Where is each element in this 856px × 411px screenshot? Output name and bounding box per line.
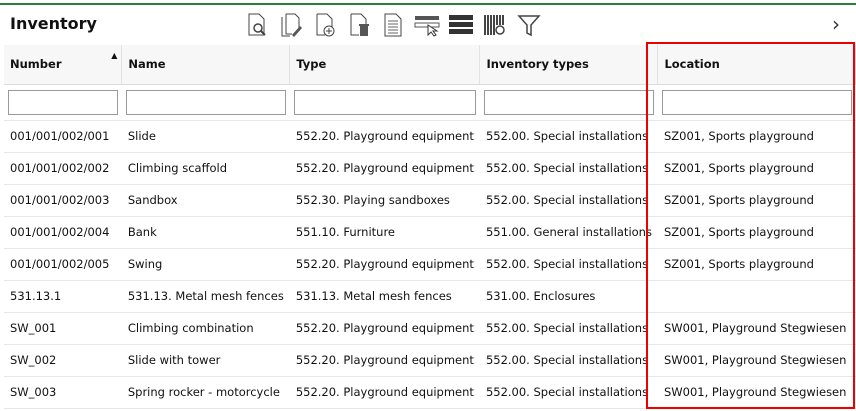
toolbar bbox=[244, 12, 542, 38]
cell-type: 552.20. Playground equipment bbox=[289, 312, 480, 345]
page-title: Inventory bbox=[10, 14, 97, 33]
cell-name: 531.13. Metal mesh fences bbox=[121, 280, 290, 313]
column-header-type[interactable]: Type bbox=[289, 45, 481, 85]
cell-location: SZ001, Sports playground bbox=[657, 152, 856, 185]
table-row[interactable]: 531.13.1 531.13. Metal mesh fences 531.13.… bbox=[4, 280, 856, 313]
sort-ascending-icon: ▲ bbox=[111, 51, 118, 60]
column-header-number[interactable]: Number ▲ bbox=[4, 45, 123, 85]
table-row[interactable]: 001/001/002/002 Climbing scaffold 552.20. … bbox=[4, 152, 856, 185]
cell-type: 552.20. Playground equipment bbox=[289, 152, 480, 185]
edit-document-icon[interactable] bbox=[278, 12, 304, 38]
cell-number: 001/001/002/003 bbox=[4, 184, 122, 217]
rows-icon[interactable] bbox=[448, 12, 474, 38]
filter-number-input[interactable] bbox=[8, 89, 118, 115]
filter-type-input[interactable] bbox=[293, 89, 476, 115]
cell-type: 552.30. Playing sandboxes bbox=[289, 184, 480, 217]
document-icon[interactable] bbox=[380, 12, 406, 38]
cell-name: Bank bbox=[121, 216, 290, 249]
column-header-name[interactable]: Name bbox=[121, 45, 291, 85]
next-chevron-icon[interactable]: › bbox=[832, 12, 840, 36]
cell-location: SW001, Playground Stegwiesen bbox=[657, 376, 856, 409]
table-row[interactable]: SW_001 Climbing combination 552.20. Playgr… bbox=[4, 312, 856, 345]
select-row-icon[interactable] bbox=[414, 12, 440, 38]
cell-name: Slide bbox=[121, 120, 290, 153]
cell-type: 552.20. Playground equipment bbox=[289, 376, 480, 409]
cell-type: 531.13. Metal mesh fences bbox=[289, 280, 480, 313]
cell-location: SZ001, Sports playground bbox=[657, 216, 856, 249]
cell-number: SW_001 bbox=[4, 312, 122, 345]
filter-icon[interactable] bbox=[516, 12, 542, 38]
cell-type: 552.20. Playground equipment bbox=[289, 120, 480, 153]
accent-line bbox=[0, 3, 856, 5]
cell-location: SZ001, Sports playground bbox=[657, 184, 856, 217]
cell-location: SW001, Playground Stegwiesen bbox=[657, 312, 856, 345]
table-row[interactable]: 001/001/002/005 Swing 552.20. Playground e… bbox=[4, 248, 856, 281]
cell-name: Spring rocker - motorcycle bbox=[121, 376, 290, 409]
cell-number: SW_002 bbox=[4, 344, 122, 377]
cell-type: 552.20. Playground equipment bbox=[289, 344, 480, 377]
cell-number: 001/001/002/004 bbox=[4, 216, 122, 249]
cell-type: 552.20. Playground equipment bbox=[289, 248, 480, 281]
cell-location bbox=[657, 280, 856, 313]
cell-location: SW001, Playground Stegwiesen bbox=[657, 344, 856, 377]
cell-name: Sandbox bbox=[121, 184, 290, 217]
table-row[interactable]: 001/001/002/003 Sandbox 552.30. Playing sa… bbox=[4, 184, 856, 217]
filter-row bbox=[4, 84, 856, 121]
cell-inventory-type: 552.00. Special installations bbox=[479, 120, 658, 153]
cell-location: SZ001, Sports playground bbox=[657, 120, 856, 153]
column-header-inventory-types[interactable]: Inventory types bbox=[479, 45, 659, 85]
column-settings-icon[interactable] bbox=[482, 12, 508, 38]
cell-name: Climbing scaffold bbox=[121, 152, 290, 185]
cell-type: 551.10. Furniture bbox=[289, 216, 480, 249]
filter-location-input[interactable] bbox=[661, 89, 852, 115]
table-row[interactable]: 001/001/002/004 Bank 551.10. Furniture 551.… bbox=[4, 216, 856, 249]
cell-inventory-type: 552.00. Special installations bbox=[479, 184, 658, 217]
column-header-location[interactable]: Location bbox=[657, 45, 856, 85]
cell-inventory-type: 552.00. Special installations bbox=[479, 248, 658, 281]
cell-name: Climbing combination bbox=[121, 312, 290, 345]
inventory-table: Number ▲ Name Type Inventory types Locati… bbox=[4, 45, 856, 409]
cell-inventory-type: 552.00. Special installations bbox=[479, 376, 658, 409]
cell-inventory-type: 531.00. Enclosures bbox=[479, 280, 658, 313]
table-row[interactable]: SW_003 Spring rocker - motorcycle 552.20. … bbox=[4, 376, 856, 409]
cell-number: 001/001/002/002 bbox=[4, 152, 122, 185]
filter-name-input[interactable] bbox=[125, 89, 286, 115]
table-row[interactable]: 001/001/002/001 Slide 552.20. Playground e… bbox=[4, 120, 856, 153]
cell-number: SW_003 bbox=[4, 376, 122, 409]
filter-inventory-types-input[interactable] bbox=[483, 89, 654, 115]
cell-inventory-type: 552.00. Special installations bbox=[479, 344, 658, 377]
cell-number: 001/001/002/005 bbox=[4, 248, 122, 281]
delete-document-icon[interactable] bbox=[346, 12, 372, 38]
cell-inventory-type: 552.00. Special installations bbox=[479, 312, 658, 345]
cell-name: Slide with tower bbox=[121, 344, 290, 377]
search-document-icon[interactable] bbox=[244, 12, 270, 38]
cell-inventory-type: 552.00. Special installations bbox=[479, 152, 658, 185]
cell-name: Swing bbox=[121, 248, 290, 281]
table-row[interactable]: SW_002 Slide with tower 552.20. Playground… bbox=[4, 344, 856, 377]
cell-inventory-type: 551.00. General installations bbox=[479, 216, 658, 249]
cell-location: SZ001, Sports playground bbox=[657, 248, 856, 281]
add-document-icon[interactable] bbox=[312, 12, 338, 38]
cell-number: 001/001/002/001 bbox=[4, 120, 122, 153]
cell-number: 531.13.1 bbox=[4, 280, 122, 313]
